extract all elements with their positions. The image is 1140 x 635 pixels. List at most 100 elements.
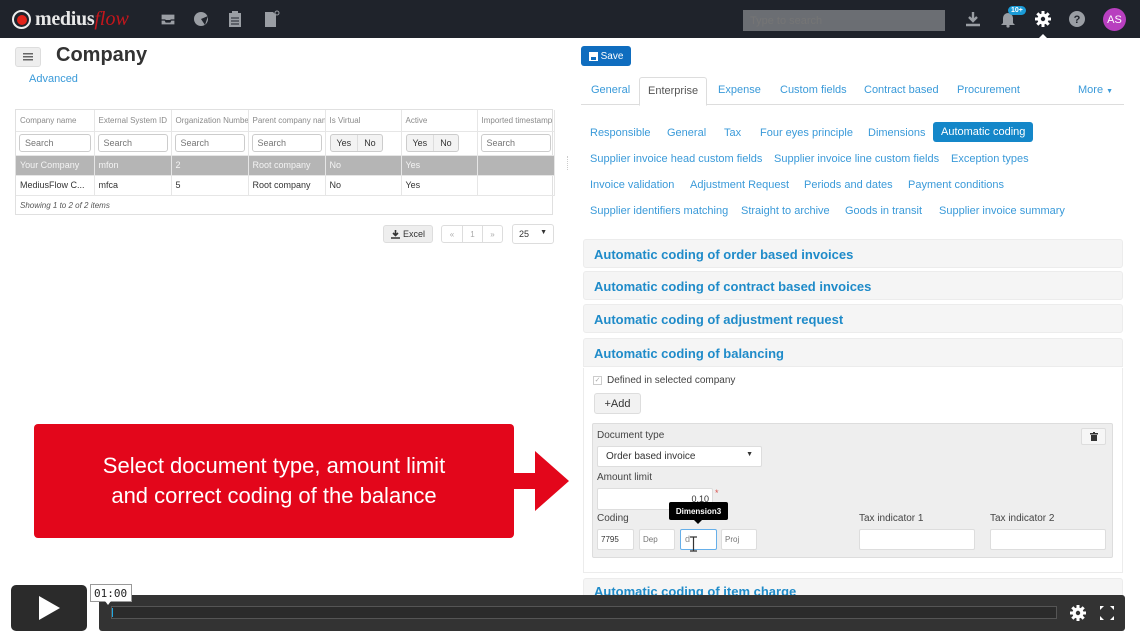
list-toggle-button[interactable] — [15, 47, 41, 67]
global-search-input[interactable] — [743, 10, 945, 31]
sublink-general[interactable]: General — [667, 127, 706, 139]
delete-rule-button[interactable] — [1081, 428, 1106, 445]
fullscreen-icon[interactable] — [1099, 605, 1115, 621]
required-marker: * — [715, 488, 719, 498]
download-icon — [390, 229, 400, 239]
sublink-automatic-coding[interactable]: Automatic coding — [933, 122, 1034, 142]
save-icon — [588, 51, 598, 61]
section-contract-based-invoices[interactable]: Automatic coding of contract based invoi… — [583, 271, 1123, 300]
video-progress-bar[interactable] — [111, 606, 1057, 619]
save-button[interactable]: Save — [581, 46, 631, 66]
tab-procurement[interactable]: Procurement — [949, 77, 1028, 105]
export-excel-button[interactable]: Excel — [383, 225, 433, 243]
user-avatar[interactable]: AS — [1103, 8, 1126, 31]
yes-toggle[interactable]: Yes — [407, 135, 434, 151]
column-header[interactable]: Company name — [16, 110, 95, 132]
settings-gear-icon[interactable] — [1034, 10, 1052, 28]
analytics-icon[interactable] — [192, 10, 210, 28]
video-settings-gear-icon[interactable] — [1069, 604, 1087, 622]
caret-down-icon: ▼ — [1106, 88, 1114, 95]
sublink-periods-and-dates[interactable]: Periods and dates — [804, 179, 893, 191]
external-id-filter[interactable] — [97, 134, 168, 152]
tax-indicator-1-input[interactable] — [859, 529, 975, 550]
coding-dimension3-input[interactable]: d — [680, 529, 717, 550]
page-number-button[interactable]: 1 — [462, 226, 482, 242]
sublink-four-eyes-principle[interactable]: Four eyes principle — [760, 127, 853, 139]
play-icon — [39, 596, 60, 620]
section-balancing[interactable]: Automatic coding of balancing — [583, 338, 1123, 367]
column-header[interactable]: Is Virtual — [325, 110, 402, 132]
section-adjustment-request[interactable]: Automatic coding of adjustment request — [583, 304, 1123, 333]
table-row[interactable]: Your Company mfon 2 Root company No Yes — [16, 155, 555, 176]
more-label: More — [1078, 84, 1104, 96]
advanced-link[interactable]: Advanced — [29, 73, 78, 85]
clipboard-icon[interactable] — [226, 10, 244, 28]
page-size-select[interactable]: 25 ▼ — [512, 224, 554, 244]
section-order-based-invoices[interactable]: Automatic coding of order based invoices — [583, 239, 1123, 268]
sublink-payment-conditions[interactable]: Payment conditions — [908, 179, 1004, 191]
sublink-supplier-invoice-line-custom-fields[interactable]: Supplier invoice line custom fields — [774, 153, 939, 165]
cell: Yes — [401, 155, 478, 176]
cell: No — [325, 175, 402, 196]
tab-contract-based[interactable]: Contract based — [856, 77, 947, 105]
sublink-straight-to-archive[interactable]: Straight to archive — [741, 205, 830, 217]
document-type-select[interactable]: Order based invoice ▼ — [597, 446, 762, 467]
org-number-filter[interactable] — [174, 134, 245, 152]
tab-enterprise[interactable]: Enterprise — [639, 77, 708, 106]
medius-flow-logo[interactable]: medius flow — [12, 8, 129, 31]
download-icon[interactable] — [964, 10, 982, 28]
cell — [477, 175, 555, 196]
tax-indicator-1-label: Tax indicator 1 — [859, 513, 924, 524]
cell: 5 — [171, 175, 249, 196]
coding-dep-input[interactable] — [639, 529, 675, 550]
video-progress-fill — [112, 608, 113, 617]
table-row[interactable]: MediusFlow C... mfca 5 Root company No Y… — [16, 175, 555, 196]
column-header[interactable]: Active — [401, 110, 478, 132]
sublink-supplier-identifiers-matching[interactable]: Supplier identifiers matching — [590, 205, 728, 217]
list-icon — [23, 53, 33, 61]
imported-timestamp-filter[interactable] — [480, 134, 551, 152]
tab-expense[interactable]: Expense — [710, 77, 769, 105]
company-name-filter[interactable] — [19, 134, 91, 152]
no-toggle[interactable]: No — [433, 135, 458, 151]
parent-company-filter[interactable] — [251, 134, 322, 152]
sublink-exception-types[interactable]: Exception types — [951, 153, 1029, 165]
prev-page-button[interactable]: « — [442, 226, 462, 242]
tab-more-dropdown[interactable]: More ▼ — [1070, 77, 1121, 105]
video-play-button[interactable] — [11, 585, 87, 631]
inbox-icon[interactable] — [159, 10, 177, 28]
coding-account-input[interactable]: 7795 — [597, 529, 634, 550]
document-settings-icon[interactable] — [262, 10, 280, 28]
no-toggle[interactable]: No — [357, 135, 382, 151]
coding-proj-input[interactable] — [721, 529, 757, 550]
page-size-value: 25 — [519, 229, 530, 239]
sublink-invoice-validation[interactable]: Invoice validation — [590, 179, 674, 191]
sublink-responsible[interactable]: Responsible — [590, 127, 651, 139]
add-rule-button[interactable]: +Add — [594, 393, 641, 414]
column-header[interactable]: Parent company name — [248, 110, 326, 132]
yes-toggle[interactable]: Yes — [331, 135, 358, 151]
sublink-supplier-invoice-head-custom-fields[interactable]: Supplier invoice head custom fields — [590, 153, 762, 165]
sublink-dimensions[interactable]: Dimensions — [868, 127, 925, 139]
save-label: Save — [600, 50, 624, 62]
tab-general[interactable]: General — [583, 77, 638, 105]
amount-limit-label: Amount limit — [597, 472, 653, 483]
sublink-goods-in-transit[interactable]: Goods in transit — [845, 205, 922, 217]
tax-indicator-2-input[interactable] — [990, 529, 1106, 550]
active-menu-indicator — [1038, 34, 1048, 39]
sublink-supplier-invoice-summary[interactable]: Supplier invoice summary — [939, 205, 1065, 217]
defined-checkbox[interactable]: ✓ — [593, 376, 602, 385]
column-header[interactable]: External System ID — [94, 110, 172, 132]
logo-record-icon — [12, 10, 31, 29]
help-icon[interactable]: ? — [1068, 10, 1086, 28]
sublink-tax[interactable]: Tax — [724, 127, 741, 139]
tab-custom-fields[interactable]: Custom fields — [772, 77, 855, 105]
column-header[interactable]: Organization Number — [171, 110, 249, 132]
tutorial-callout: Select document type, amount limit and c… — [34, 424, 514, 538]
column-header[interactable]: Imported timestamp — [477, 110, 555, 132]
caret-down-icon: ▼ — [540, 229, 547, 236]
sublink-adjustment-request[interactable]: Adjustment Request — [690, 179, 789, 191]
defined-label: Defined in selected company — [607, 375, 736, 386]
next-page-button[interactable]: » — [482, 226, 502, 242]
panel-splitter-handle[interactable] — [567, 156, 569, 170]
